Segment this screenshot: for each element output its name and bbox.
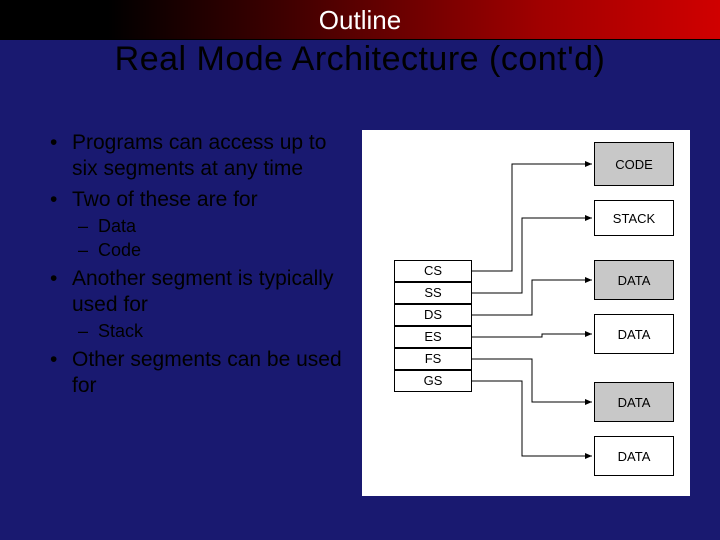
bullet-text: Two of these are for [72, 188, 258, 211]
sub-bullet-item: Stack [72, 320, 350, 343]
slide-title: Real Mode Architecture (cont'd) [0, 40, 720, 79]
bullet-text: Programs can access up to six segments a… [72, 131, 326, 180]
sub-bullet-item: Data [72, 215, 350, 238]
bullet-item: Other segments can be used for [50, 347, 350, 400]
bullet-item: Programs can access up to six segments a… [50, 130, 350, 183]
sub-bullet-text: Code [98, 240, 141, 260]
bullet-item: Two of these are for Data Code [50, 187, 350, 262]
sub-bullet-text: Stack [98, 321, 143, 341]
diagram-wires [362, 130, 690, 496]
bullet-text: Another segment is typically used for [72, 267, 333, 316]
banner-title: Outline [319, 5, 401, 35]
segment-diagram: CS SS DS ES FS GS CODE STACK DATA DATA D… [362, 130, 690, 496]
bullet-text: Other segments can be used for [72, 348, 342, 397]
sub-bullet-item: Code [72, 239, 350, 262]
bullet-content: Programs can access up to six segments a… [50, 130, 350, 403]
sub-bullet-text: Data [98, 216, 136, 236]
title-banner: Outline [0, 0, 720, 40]
bullet-item: Another segment is typically used for St… [50, 266, 350, 343]
